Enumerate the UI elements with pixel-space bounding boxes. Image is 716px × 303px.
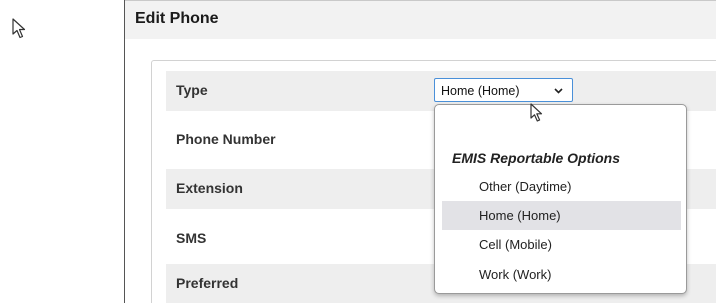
option-group-label: EMIS Reportable Options	[452, 150, 621, 166]
type-label: Type	[176, 82, 208, 98]
sms-label: SMS	[176, 230, 207, 246]
type-select-value: Home (Home)	[441, 84, 520, 98]
option-cell-mobile[interactable]: Cell (Mobile)	[442, 230, 681, 259]
dialog-header: Edit Phone	[125, 0, 716, 39]
option-label: Cell (Mobile)	[479, 237, 552, 252]
phone-number-label: Phone Number	[176, 131, 276, 147]
extension-label: Extension	[176, 180, 243, 196]
option-label: Other (Daytime)	[479, 179, 572, 194]
preferred-label: Preferred	[176, 275, 239, 291]
option-home-home[interactable]: Home (Home)	[442, 201, 681, 230]
type-select[interactable]: Home (Home)	[434, 78, 573, 102]
option-work-work[interactable]: Work (Work)	[442, 260, 681, 289]
screen: Edit Phone Type Phone Number Extension S…	[0, 0, 716, 303]
option-label: Home (Home)	[479, 208, 561, 223]
dialog-title: Edit Phone	[135, 10, 219, 27]
option-other-daytime[interactable]: Other (Daytime)	[442, 172, 681, 201]
option-label: Work (Work)	[479, 267, 552, 282]
mouse-pointer-icon	[12, 18, 26, 39]
mouse-pointer-icon	[530, 103, 543, 122]
chevron-down-icon	[554, 88, 563, 94]
type-dropdown-list: EMIS Reportable Options Other (Daytime) …	[434, 104, 687, 294]
